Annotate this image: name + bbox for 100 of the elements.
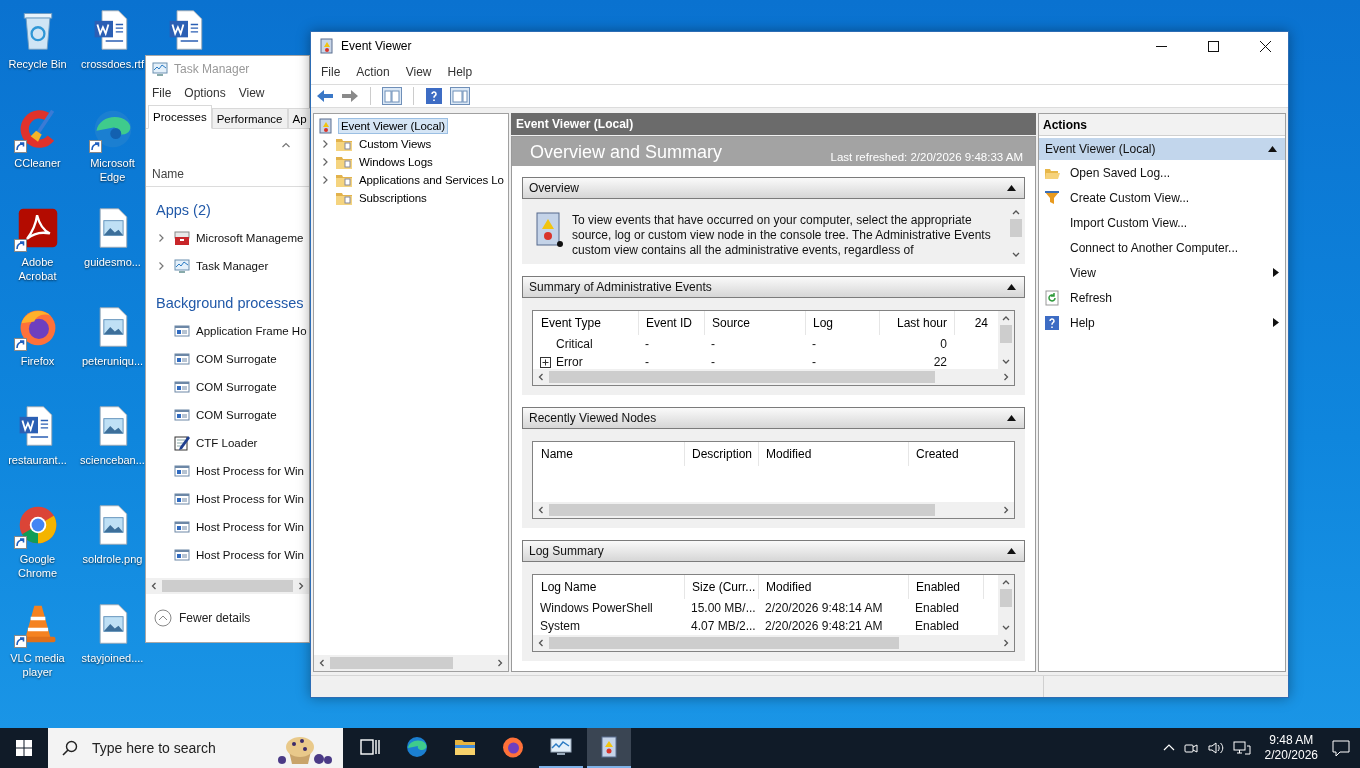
desktop-icon-label[interactable]: Microsoft Edge — [79, 156, 146, 184]
column-header[interactable]: Name — [533, 442, 684, 466]
pane-command[interactable]: Open Saved Log... — [1070, 165, 1279, 180]
desktop-icon-label[interactable]: Recycle Bin — [8, 57, 67, 71]
expand-chevron-icon[interactable] — [156, 261, 166, 271]
desktop-icon-label[interactable]: guidesmo... — [84, 255, 141, 269]
section-title: Log Summary — [529, 544, 604, 558]
column-header[interactable]: Log Name — [533, 575, 684, 599]
tree-item[interactable]: Subscriptions — [356, 190, 430, 206]
desktop-icon-label[interactable]: scienceban... — [80, 453, 145, 467]
help-icon[interactable] — [425, 87, 443, 105]
column-header[interactable]: Description — [684, 442, 758, 466]
collapse-icon[interactable] — [1007, 185, 1016, 191]
tab[interactable]: Performance — [211, 108, 288, 128]
tab[interactable]: Ap — [287, 108, 312, 128]
pane-command[interactable]: Create Custom View... — [1070, 190, 1279, 205]
expand-box-icon[interactable] — [540, 356, 551, 368]
notifications-icon[interactable] — [1332, 739, 1350, 757]
pane-command[interactable]: Connect to Another Computer... — [1070, 240, 1279, 255]
column-header[interactable]: 24 — [954, 311, 995, 335]
volume-icon[interactable] — [1206, 740, 1225, 756]
tree-item[interactable]: Applications and Services Lo — [356, 172, 507, 188]
desktop-icon-label[interactable]: soldrole.png — [82, 552, 143, 566]
console-tree-icon[interactable] — [382, 87, 402, 105]
process-name[interactable]: Task Manager — [196, 260, 269, 272]
pane-command[interactable]: Help — [1070, 315, 1263, 330]
section-header[interactable]: Overview — [522, 177, 1025, 199]
clock-time[interactable]: 9:48 AM — [1269, 733, 1314, 748]
table-cell: Error — [556, 355, 583, 369]
horizontal-scrollbar[interactable] — [146, 578, 309, 594]
section-header[interactable]: Recently Viewed Nodes — [522, 407, 1025, 429]
expand-chevron-icon[interactable] — [156, 233, 166, 243]
collapse-circle-icon[interactable] — [154, 609, 172, 627]
search-field[interactable]: Type here to search — [90, 739, 263, 757]
menu-item[interactable]: Help — [447, 65, 473, 79]
menu-item[interactable]: File — [321, 65, 341, 79]
menu-item[interactable]: Options — [184, 86, 226, 100]
tree-item[interactable]: Windows Logs — [356, 154, 436, 170]
column-header[interactable]: Created — [908, 442, 1012, 466]
horizontal-scrollbar[interactable] — [533, 369, 1014, 385]
pane-command[interactable]: View — [1070, 265, 1263, 280]
process-name[interactable]: Microsoft Manageme — [196, 232, 304, 244]
pane-command[interactable]: Refresh — [1070, 290, 1279, 305]
process-name[interactable]: COM Surrogate — [196, 353, 277, 365]
process-name[interactable]: CTF Loader — [196, 437, 258, 449]
column-header[interactable]: Modified — [758, 442, 908, 466]
column-header[interactable]: Event Type — [533, 311, 638, 335]
fewer-details-link[interactable]: Fewer details — [179, 611, 251, 625]
column-header[interactable]: Last hour — [879, 311, 954, 335]
column-header[interactable]: Size (Curr... — [684, 575, 758, 599]
column-header[interactable]: Name — [146, 161, 309, 187]
section-header[interactable]: Summary of Administrative Events — [522, 276, 1025, 298]
menu-item[interactable]: Action — [356, 65, 390, 79]
column-header[interactable]: Modified — [758, 575, 908, 599]
collapse-icon[interactable] — [1268, 146, 1277, 152]
search-bar[interactable]: Type here to search — [48, 728, 343, 768]
network-icon[interactable] — [1232, 740, 1251, 756]
collapse-icon[interactable] — [1007, 415, 1016, 421]
menu-item[interactable]: View — [238, 86, 265, 100]
desktop-icon-label[interactable]: peteruniqu... — [81, 354, 144, 368]
clock-date[interactable]: 2/20/2026 — [1264, 748, 1318, 763]
collapse-icon[interactable] — [1007, 548, 1016, 554]
sort-caret-icon[interactable] — [281, 140, 291, 150]
vertical-scrollbar[interactable] — [998, 311, 1014, 369]
pane-command[interactable]: Import Custom View... — [1070, 215, 1279, 230]
column-header[interactable]: Source — [704, 311, 805, 335]
pane-header: Actions — [1039, 114, 1285, 136]
desktop-icon-label[interactable]: Google Chrome — [4, 552, 71, 580]
column-header[interactable]: Enabled — [908, 575, 983, 599]
process-name[interactable]: Host Process for Win — [196, 549, 304, 561]
process-name[interactable]: Host Process for Win — [196, 465, 304, 477]
horizontal-scrollbar[interactable] — [533, 502, 1014, 518]
desktop-icon-label[interactable]: Adobe Acrobat — [4, 255, 71, 283]
window-icon — [174, 323, 190, 339]
tree-item[interactable]: Custom Views — [356, 136, 435, 152]
vertical-scrollbar[interactable] — [998, 575, 1014, 635]
process-name[interactable]: Host Process for Win — [196, 493, 304, 505]
process-name[interactable]: Host Process for Win — [196, 521, 304, 533]
desktop-icon-label[interactable]: CCleaner — [14, 156, 61, 170]
desktop-icon-label[interactable]: restaurant... — [8, 453, 67, 467]
tree-item[interactable]: Event Viewer (Local) — [338, 118, 448, 134]
desktop-icon-label[interactable]: crossdoes.rtf — [81, 57, 144, 71]
column-header[interactable]: Log — [805, 311, 879, 335]
taskbar-button[interactable] — [587, 728, 631, 768]
desktop-icon-label[interactable]: Firefox — [20, 354, 55, 368]
menu-item[interactable]: View — [405, 65, 432, 79]
horizontal-scrollbar[interactable] — [533, 635, 1014, 651]
menu-item[interactable]: File — [152, 86, 172, 100]
action-pane-icon[interactable] — [450, 87, 470, 105]
collapse-icon[interactable] — [1007, 284, 1016, 290]
actions-group-header[interactable]: Event Viewer (Local) — [1039, 138, 1285, 160]
process-name[interactable]: Application Frame Ho — [196, 325, 307, 337]
forward-arrow-icon[interactable] — [341, 88, 359, 104]
horizontal-scrollbar[interactable] — [314, 655, 508, 671]
back-arrow-icon[interactable] — [316, 88, 334, 104]
column-header[interactable]: Event ID — [638, 311, 704, 335]
tab[interactable]: Processes — [148, 105, 212, 129]
section-header[interactable]: Log Summary — [522, 540, 1025, 562]
process-name[interactable]: COM Surrogate — [196, 381, 277, 393]
process-name[interactable]: COM Surrogate — [196, 409, 277, 421]
